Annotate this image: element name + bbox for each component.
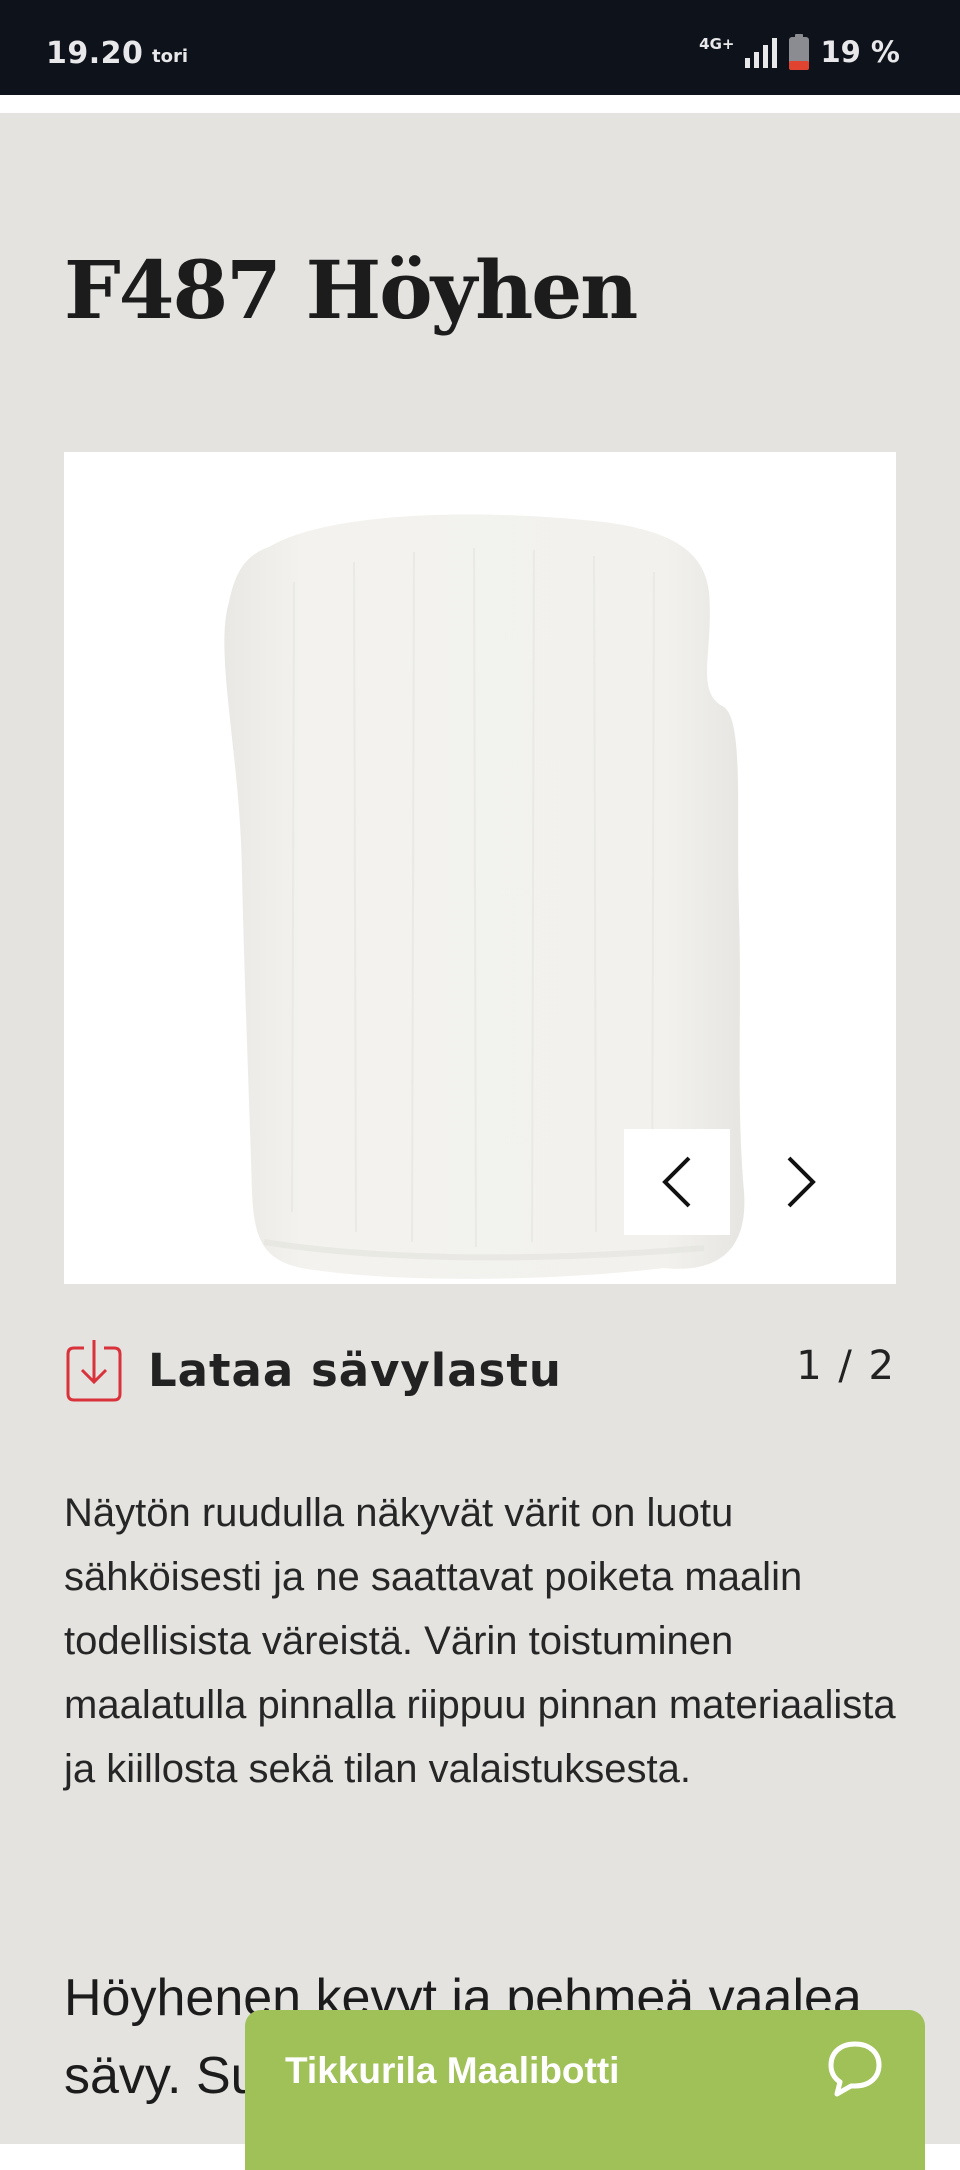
chatbot-label: Tikkurila Maalibotti [285,2050,620,2091]
download-icon [66,1340,122,1402]
status-bar: 19.20 tori 4G+ 19 % [0,0,960,95]
battery-percentage: 19 % [820,35,900,69]
status-time: 19.20 [46,36,144,71]
chat-bubble-icon [828,2041,882,2097]
download-label: Lataa sävylastu [148,1343,562,1397]
signal-strength-icon [745,38,778,68]
color-disclaimer-text: Näytön ruudulla näkyvät värit on luotu s… [64,1491,896,1791]
product-page: F487 Höyhen Lataa sävylastu 1 / 2 Näytön… [0,113,960,2144]
status-indicators: 4G+ 19 % [699,34,900,70]
chatbot-launcher[interactable]: Tikkurila Maalibotti [245,2010,925,2170]
chevron-right-icon [787,1156,816,1208]
network-type-label: 4G+ [699,35,735,53]
status-app-label: tori [152,46,189,67]
color-image-carousel[interactable] [64,452,896,1284]
carousel-next-button[interactable] [748,1129,854,1235]
page-title: F487 Höyhen [64,243,638,337]
battery-icon [789,34,810,70]
carousel-prev-button[interactable] [624,1129,730,1235]
carousel-page-counter: 1 / 2 [796,1343,896,1389]
download-color-chip-link[interactable]: Lataa sävylastu [64,1335,562,1405]
download-row: Lataa sävylastu 1 / 2 [64,1335,896,1405]
chevron-left-icon [662,1156,691,1208]
